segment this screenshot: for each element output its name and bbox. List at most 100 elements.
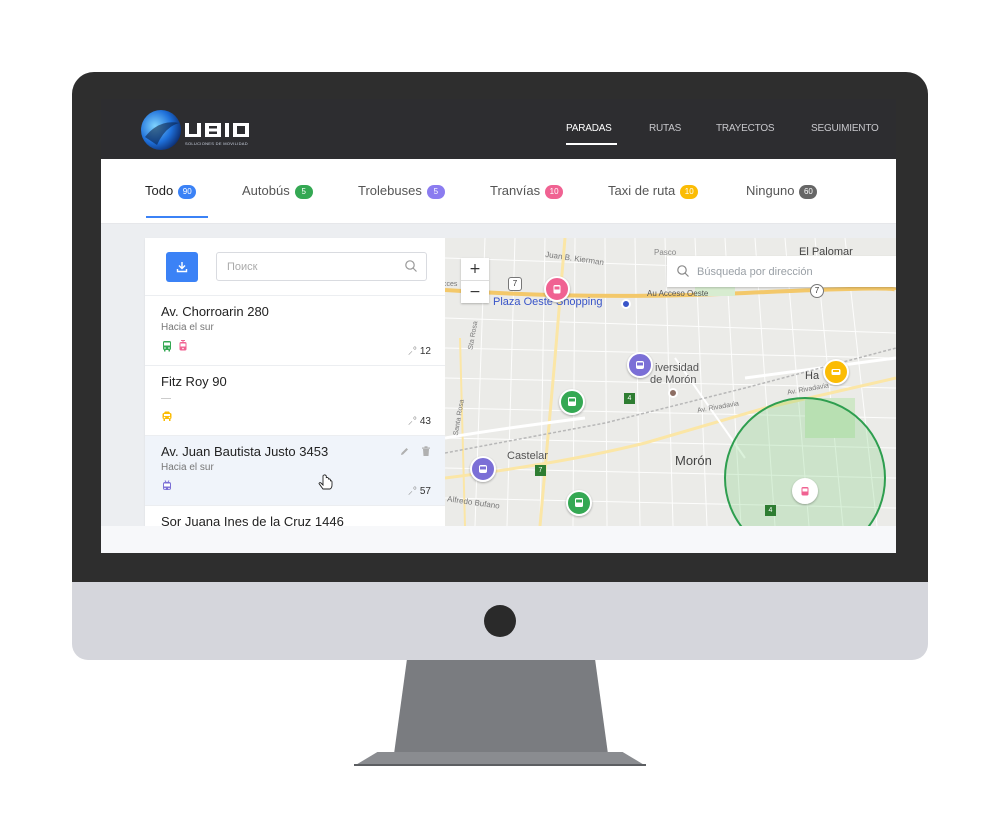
map-label-acceso: cces — [445, 281, 458, 288]
map-label-castelar: Castelar — [507, 450, 548, 462]
tab-todo[interactable]: Todo 90 — [145, 183, 197, 199]
university-poi-icon[interactable] — [668, 388, 678, 398]
stop-list-item[interactable]: Sor Juana Ines de la Cruz 1446 — [145, 505, 445, 526]
trolley-icon — [163, 480, 171, 490]
map-label-acceso-oeste: Au Acceso Oeste — [647, 289, 709, 298]
top-navbar: SOLUCIONES DE MOVILIDAD PARADAS RUTAS TR… — [101, 99, 896, 159]
route-marker: 4 — [624, 393, 635, 404]
count-badge: 5 — [426, 184, 445, 199]
tab-label: Todo — [145, 183, 174, 198]
stop-list-item[interactable]: Av. Chorroarin 280 Hacia el sur ⸝° 12 — [145, 295, 445, 366]
tab-label: Trolebuses — [358, 183, 422, 198]
screen-bottom-strip — [101, 526, 896, 553]
stop-direction-empty — [161, 398, 171, 399]
main-content: Av. Chorroarin 280 Hacia el sur ⸝°12 Fit… — [101, 224, 896, 526]
route-count-value: 57 — [419, 486, 431, 497]
zoom-out-button[interactable]: − — [461, 281, 489, 303]
route-count: ⸝° 43 — [408, 413, 431, 427]
count-badge: 60 — [799, 184, 818, 199]
count-badge: 90 — [178, 184, 197, 199]
map-label-pasco: Pasco — [654, 248, 677, 257]
stop-name: Sor Juana Ines de la Cruz 1446 — [161, 514, 344, 526]
tab-trolebuses[interactable]: Trolebuses 5 — [358, 183, 445, 199]
trolley-stop-pin[interactable] — [627, 352, 653, 378]
row-actions — [399, 446, 431, 460]
map-view[interactable]: + − El Palomar Pasco Juan B. Kierman Pla… — [445, 238, 896, 526]
search-icon[interactable] — [404, 259, 418, 273]
nav-trayectos[interactable]: TRAYECTOS — [716, 123, 775, 134]
count-badge: 10 — [680, 184, 699, 199]
stop-vehicle-icons — [161, 410, 173, 424]
map-label-de-moron: de Morón — [650, 374, 697, 386]
taxi-icon — [162, 411, 172, 421]
zoom-controls: + − — [461, 258, 489, 303]
route-count-value: 43 — [419, 416, 431, 427]
address-search-input[interactable] — [695, 256, 889, 287]
tab-label: Taxi de ruta — [608, 183, 676, 198]
map-label-universidad: iversidad — [655, 362, 700, 374]
route-shield: 7 — [508, 277, 522, 291]
stop-vehicle-icons — [161, 340, 189, 354]
monitor-logo-dot — [484, 605, 516, 637]
stop-list-item-selected[interactable]: Av. Juan Bautista Justo 3453 Hacia el su… — [145, 435, 445, 506]
monitor-stand — [394, 660, 608, 754]
bus-icon — [163, 341, 171, 352]
address-search — [667, 256, 896, 287]
count-badge: 5 — [294, 184, 313, 199]
nav-active-indicator — [566, 143, 617, 145]
nav-seguimiento[interactable]: SEGUIMIENTO — [811, 123, 879, 134]
selected-tram-stop-pin[interactable] — [792, 478, 818, 504]
stop-list-item[interactable]: Fitz Roy 90 ⸝° 43 — [145, 365, 445, 436]
search-icon — [677, 265, 689, 277]
route-count: ⸝° 12 — [408, 343, 431, 357]
monitor-stand-base-edge — [354, 764, 646, 766]
taxi-stop-pin[interactable] — [823, 359, 849, 385]
tab-tranvias[interactable]: Tranvías 10 — [490, 183, 564, 199]
route-marker: 4 — [765, 505, 776, 516]
route-marker: 7 — [535, 465, 546, 476]
tram-icon — [179, 340, 187, 351]
map-label-ha: Ha — [805, 370, 820, 382]
download-button[interactable] — [166, 252, 198, 282]
stop-name: Av. Chorroarin 280 — [161, 304, 269, 319]
tram-icon — [801, 487, 809, 496]
trolley-icon — [636, 361, 644, 369]
nav-rutas[interactable]: RUTAS — [649, 123, 681, 134]
filter-tabs: Todo 90 Autobús 5 Trolebuses 5 Tranvías 10 T… — [101, 159, 896, 224]
download-icon — [176, 262, 188, 273]
tab-taxi-de-ruta[interactable]: Taxi de ruta 10 — [608, 183, 699, 199]
bus-stop-pin[interactable] — [559, 389, 585, 415]
zoom-in-button[interactable]: + — [461, 258, 489, 281]
count-badge: 10 — [545, 184, 564, 199]
map-label-moron: Morón — [675, 453, 712, 468]
trolley-icon — [479, 465, 487, 473]
stop-search — [216, 252, 427, 281]
map-label-el-palomar: El Palomar — [799, 246, 853, 258]
bus-icon — [568, 397, 576, 406]
stop-name: Av. Juan Bautista Justo 3453 — [161, 444, 329, 459]
stop-search-input[interactable] — [225, 253, 399, 280]
tab-label: Autobús — [242, 183, 290, 198]
route-icon: ⸝° — [407, 346, 417, 357]
stop-direction: Hacia el sur — [161, 322, 214, 333]
edit-icon[interactable] — [399, 446, 410, 457]
stop-vehicle-icons — [161, 480, 173, 494]
bus-stop-pin[interactable] — [566, 490, 592, 516]
delete-icon[interactable] — [421, 446, 431, 457]
nav-paradas[interactable]: PARADAS — [566, 123, 612, 134]
tram-icon — [553, 285, 561, 294]
trolley-stop-pin[interactable] — [470, 456, 496, 482]
route-shield: 7 — [810, 284, 824, 298]
hand-cursor-icon — [318, 474, 333, 490]
tab-ninguno[interactable]: Ninguno 60 — [746, 183, 818, 199]
taxi-icon — [831, 369, 841, 375]
stop-name: Fitz Roy 90 — [161, 374, 227, 389]
brand-tagline: SOLUCIONES DE MOVILIDAD — [185, 141, 248, 146]
tab-label: Ninguno — [746, 183, 795, 198]
tab-autobus[interactable]: Autobús 5 — [242, 183, 313, 199]
shopping-poi-icon[interactable] — [621, 299, 631, 309]
bus-icon — [575, 498, 583, 507]
tab-label: Tranvías — [490, 183, 541, 198]
tram-stop-pin[interactable] — [544, 276, 570, 302]
brand-logo[interactable]: SOLUCIONES DE MOVILIDAD — [139, 105, 269, 153]
